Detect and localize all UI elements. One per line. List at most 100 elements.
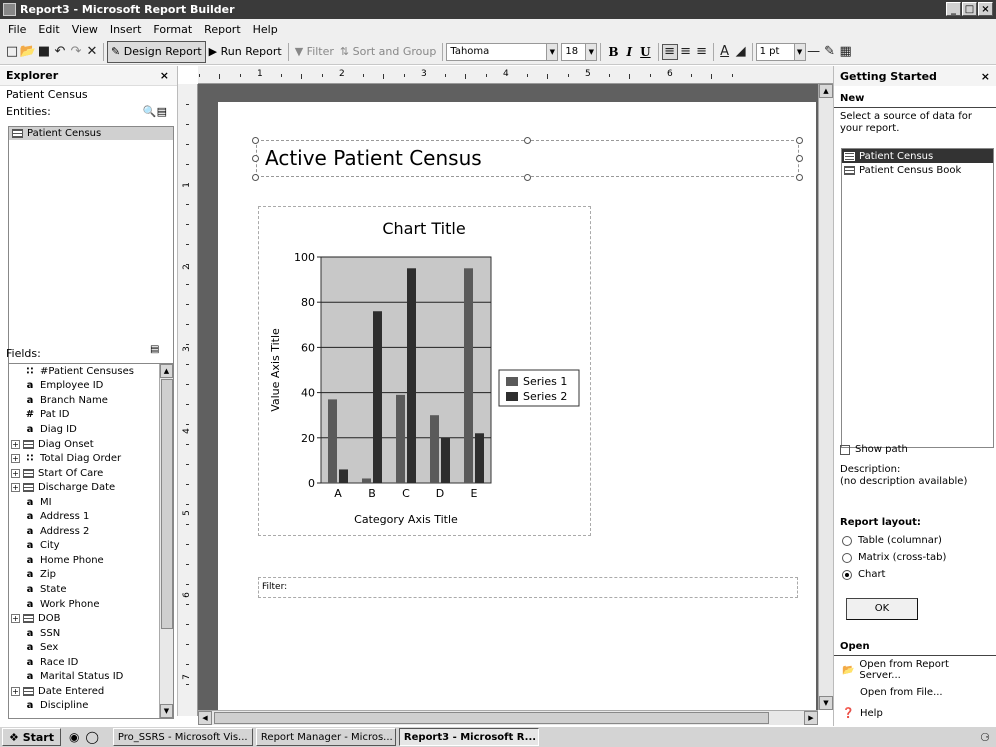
- search-icon[interactable]: 🔍▤: [143, 105, 167, 118]
- field-item[interactable]: a State: [9, 582, 173, 597]
- report-page[interactable]: Active Patient Census Chart Title 0 20 40 60…: [218, 102, 816, 712]
- close-button[interactable]: ×: [978, 2, 993, 16]
- data-source-list[interactable]: Patient Census Patient Census Book: [841, 148, 994, 448]
- show-path-checkbox[interactable]: Show path: [840, 444, 908, 455]
- expand-icon[interactable]: +: [11, 468, 20, 478]
- menu-view[interactable]: View: [72, 23, 98, 36]
- expand-icon[interactable]: +: [11, 454, 20, 464]
- menu-insert[interactable]: Insert: [110, 23, 142, 36]
- filter-button[interactable]: ▼ Filter: [292, 41, 337, 63]
- expand-icon[interactable]: +: [11, 439, 20, 449]
- resize-handle[interactable]: [524, 174, 531, 181]
- field-item[interactable]: a Sex: [9, 640, 173, 655]
- field-item[interactable]: + Discharge Date: [9, 480, 173, 495]
- border-icon[interactable]: ▦: [838, 44, 854, 60]
- filter-area[interactable]: Filter:: [258, 577, 798, 598]
- scroll-up-icon[interactable]: ▲: [819, 84, 833, 98]
- menu-edit[interactable]: Edit: [38, 23, 59, 36]
- getting-started-close-icon[interactable]: ×: [981, 70, 990, 83]
- align-left-icon[interactable]: ≡: [661, 43, 678, 60]
- ok-button[interactable]: OK: [846, 598, 918, 620]
- open-from-server-link[interactable]: 📂 Open from Report Server...: [834, 656, 996, 684]
- underline-button[interactable]: U: [636, 41, 654, 63]
- layout-table-radio[interactable]: Table (columnar): [834, 532, 996, 549]
- field-item[interactable]: a Discipline: [9, 699, 173, 714]
- report-title-textbox[interactable]: Active Patient Census: [256, 140, 799, 177]
- field-item[interactable]: a Address 2: [9, 524, 173, 539]
- line-width-combo[interactable]: 1 pt ▼: [755, 42, 806, 61]
- field-item[interactable]: + Start Of Care: [9, 466, 173, 481]
- field-options-icon[interactable]: ▤: [150, 344, 159, 355]
- resize-handle[interactable]: [524, 137, 531, 144]
- open-icon[interactable]: 📂: [20, 44, 36, 60]
- font-combo[interactable]: Tahoma ▼: [446, 42, 559, 61]
- new-icon[interactable]: □: [4, 44, 20, 60]
- help-link[interactable]: ❓ Help: [834, 705, 996, 722]
- font-size-combo[interactable]: 18 ▼: [561, 42, 598, 61]
- menu-help[interactable]: Help: [253, 23, 278, 36]
- align-right-icon[interactable]: ≡: [694, 44, 710, 60]
- scroll-down-icon[interactable]: ▼: [160, 704, 173, 718]
- resize-handle[interactable]: [252, 137, 259, 144]
- scroll-left-icon[interactable]: ◀: [198, 711, 212, 725]
- canvas-horizontal-scrollbar[interactable]: ◀ ▶: [198, 710, 818, 725]
- field-item[interactable]: a Home Phone: [9, 553, 173, 568]
- chart-region[interactable]: Chart Title 0 20 40 60 80 100 A B C D E Category Axi…: [258, 206, 591, 536]
- field-item[interactable]: a Employee ID: [9, 379, 173, 394]
- field-item[interactable]: a Address 1: [9, 509, 173, 524]
- field-item[interactable]: a Marital Status ID: [9, 669, 173, 684]
- bold-button[interactable]: B: [604, 41, 622, 63]
- scroll-down-icon[interactable]: ▼: [819, 696, 833, 710]
- field-item[interactable]: a Zip: [9, 568, 173, 583]
- field-item[interactable]: a Work Phone: [9, 597, 173, 612]
- resize-handle[interactable]: [796, 174, 803, 181]
- resize-handle[interactable]: [252, 155, 259, 162]
- line-color-icon[interactable]: ✎: [822, 44, 838, 60]
- entity-item[interactable]: Patient Census: [9, 127, 173, 140]
- run-report-button[interactable]: ▶ Run Report: [206, 41, 285, 63]
- maximize-button[interactable]: □: [962, 2, 977, 16]
- field-item[interactable]: ∷ #Patient Censuses: [9, 364, 173, 379]
- field-item[interactable]: # Pat ID: [9, 408, 173, 423]
- fields-list[interactable]: ▲ ▼ ∷ #Patient Censuses a Employee ID a Branc…: [8, 363, 174, 719]
- field-item[interactable]: + Diag Onset: [9, 437, 173, 452]
- canvas-vertical-scrollbar[interactable]: ▲ ▼: [818, 84, 833, 710]
- open-from-file-link[interactable]: Open from File...: [834, 684, 996, 701]
- browser-icon[interactable]: ◯: [85, 730, 98, 744]
- scroll-thumb[interactable]: [161, 379, 173, 629]
- align-center-icon[interactable]: ≡: [678, 44, 694, 60]
- layout-matrix-radio[interactable]: Matrix (cross-tab): [834, 549, 996, 566]
- field-item[interactable]: a Branch Name: [9, 393, 173, 408]
- field-item[interactable]: + ∷ Total Diag Order: [9, 451, 173, 466]
- resize-handle[interactable]: [796, 155, 803, 162]
- task-button[interactable]: Report3 - Microsoft R...: [398, 728, 539, 746]
- quick-launch-icon[interactable]: ◉: [69, 730, 79, 744]
- field-item[interactable]: a Diag ID: [9, 422, 173, 437]
- layout-chart-radio[interactable]: Chart: [834, 566, 996, 583]
- field-item[interactable]: a MI: [9, 495, 173, 510]
- fill-color-icon[interactable]: ◢: [733, 44, 749, 60]
- resize-handle[interactable]: [252, 174, 259, 181]
- line-style-icon[interactable]: —: [806, 44, 822, 60]
- sort-group-button[interactable]: ⇅ Sort and Group: [337, 41, 439, 63]
- font-color-icon[interactable]: A: [717, 44, 733, 60]
- task-button[interactable]: Report Manager - Micros...: [255, 728, 396, 746]
- start-button[interactable]: ❖ Start: [2, 728, 61, 746]
- scroll-thumb[interactable]: [214, 712, 769, 724]
- redo-icon[interactable]: ↷: [68, 44, 84, 60]
- italic-button[interactable]: I: [623, 41, 637, 63]
- design-report-button[interactable]: ✎ Design Report: [107, 40, 206, 63]
- fields-scrollbar[interactable]: ▲ ▼: [159, 364, 173, 718]
- menu-file[interactable]: File: [8, 23, 26, 36]
- task-button[interactable]: Pro_SSRS - Microsoft Vis...: [112, 728, 253, 746]
- data-source-item[interactable]: Patient Census: [842, 149, 993, 163]
- tray-icon[interactable]: ⚆: [980, 731, 990, 744]
- minimize-button[interactable]: _: [946, 2, 961, 16]
- field-item[interactable]: + DOB: [9, 611, 173, 626]
- delete-icon[interactable]: ✕: [84, 44, 100, 60]
- save-icon[interactable]: ■: [36, 44, 52, 60]
- expand-icon[interactable]: +: [11, 686, 20, 696]
- resize-handle[interactable]: [796, 137, 803, 144]
- data-source-item[interactable]: Patient Census Book: [842, 163, 993, 177]
- expand-icon[interactable]: +: [11, 483, 20, 493]
